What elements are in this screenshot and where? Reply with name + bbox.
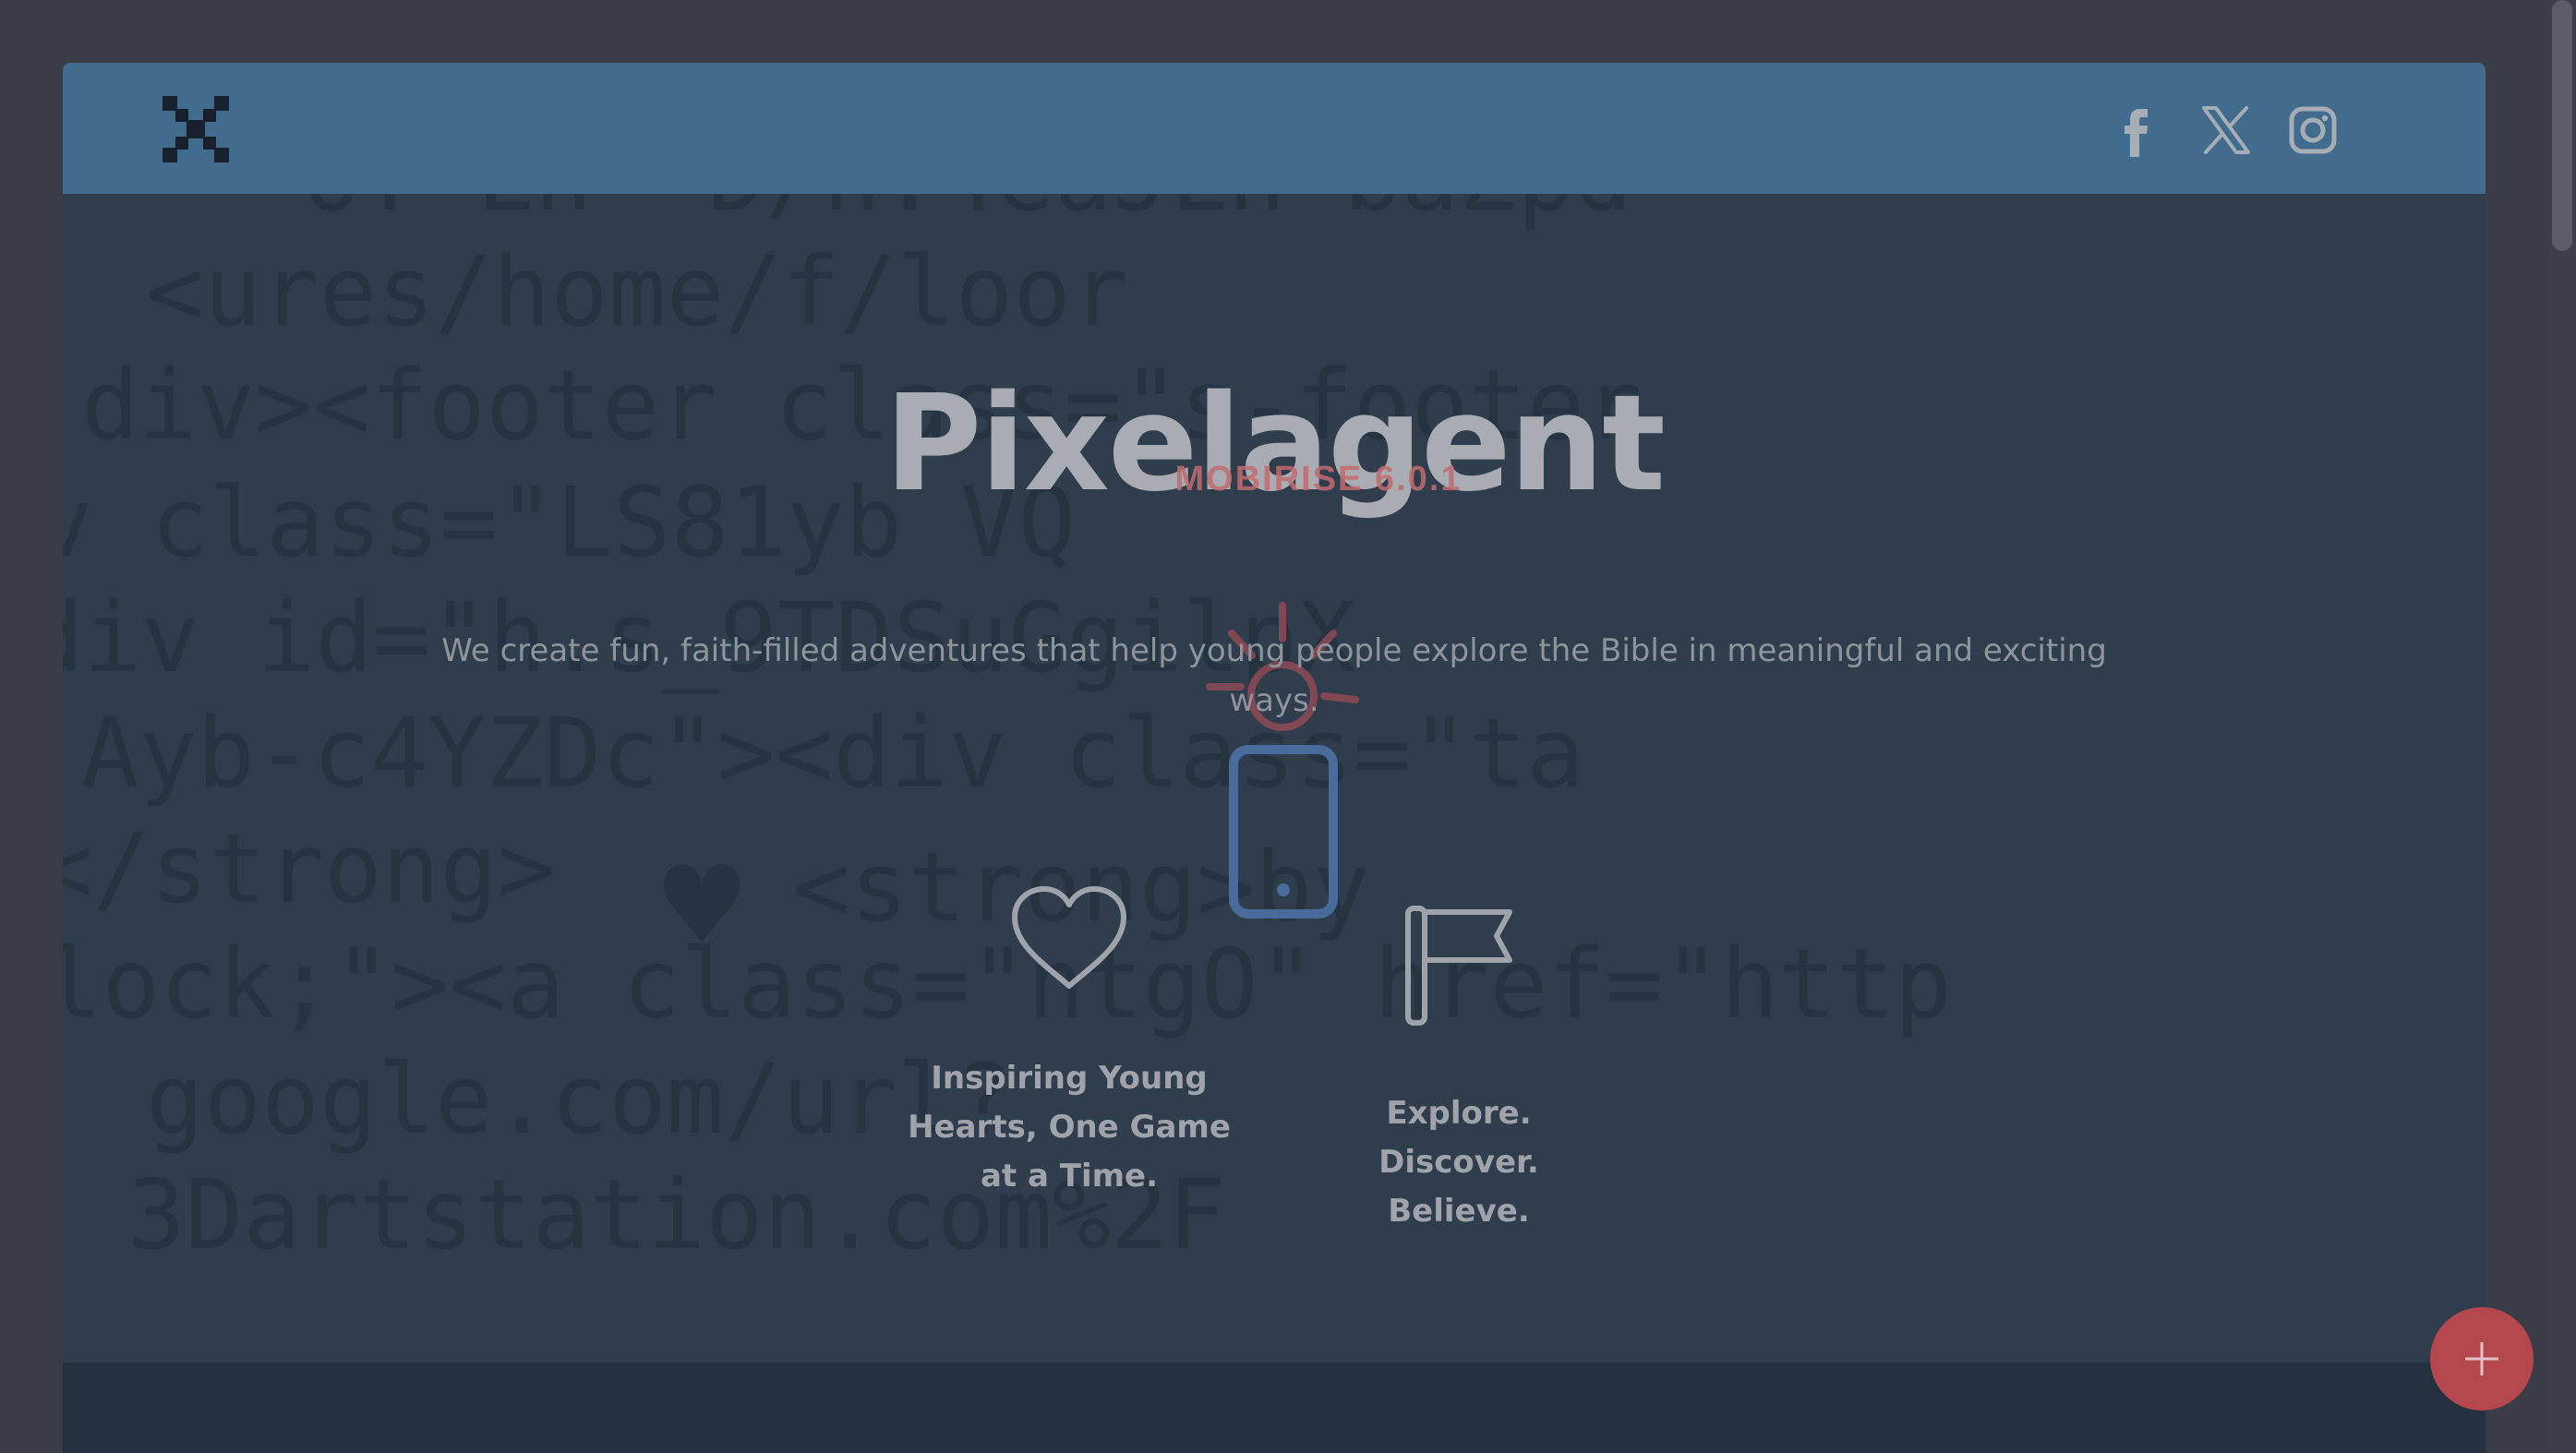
flag-icon [1405, 906, 1512, 1026]
feature-text-line: Hearts, One Game [908, 1109, 1231, 1146]
hero-section: Pixelagent MOBIRISE 6.0.1 We create fun,… [63, 63, 2486, 1453]
feature-text-line: at a Time. [980, 1158, 1159, 1195]
mobirise-watermark: MOBIRISE 6.0.1 [1174, 460, 1463, 498]
x-twitter-icon[interactable] [2199, 103, 2253, 157]
page-frame: oY Lh "D/h.4eaJLh baZpd <ures/home/f/loo… [63, 63, 2486, 1453]
scrollbar-thumb[interactable] [2552, 0, 2572, 251]
x-logo-icon[interactable] [163, 96, 229, 162]
plus-icon [2465, 1342, 2498, 1375]
heart-icon [1012, 886, 1126, 989]
feature-explore: Explore. Discover. Believe. [1320, 903, 1597, 1236]
feature-inspiring: Inspiring Young Hearts, One Game at a Ti… [898, 884, 1240, 1201]
instagram-icon[interactable] [2286, 103, 2340, 157]
feature-text-line: Inspiring Young [931, 1060, 1208, 1097]
feature-text-line: Explore. Discover. [1378, 1095, 1539, 1181]
feature-text-line: Believe. [1388, 1193, 1530, 1230]
hero-subtitle: We create fun, faith-filled adventures t… [441, 632, 2107, 719]
add-block-button[interactable] [2430, 1307, 2534, 1411]
navbar [63, 63, 2486, 194]
scrollbar-track[interactable] [2548, 0, 2576, 1453]
facebook-icon[interactable] [2111, 103, 2164, 157]
phone-lightbulb-graphic [1204, 569, 1361, 929]
